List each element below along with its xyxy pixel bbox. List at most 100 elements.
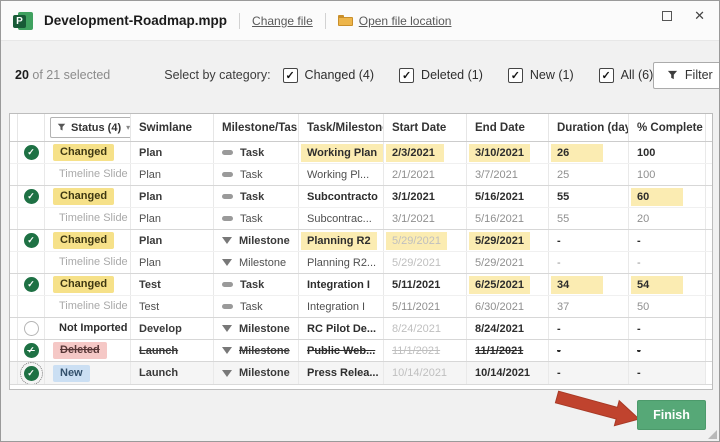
checkbox-checked-icon: ✓	[598, 67, 614, 83]
status-cell: New	[45, 362, 131, 384]
category-checkbox-new[interactable]: ✓ New (1)	[507, 67, 574, 83]
category-checkbox-all[interactable]: ✓ All (6)	[598, 67, 653, 83]
duration-cell: 37	[549, 296, 629, 317]
row-check-cell: ✓	[18, 230, 45, 251]
status-badge: Timeline Slide	[59, 300, 128, 312]
change-file-link[interactable]: Change file	[252, 14, 313, 28]
pct-complete-cell: 50	[629, 296, 706, 317]
open-file-location-link[interactable]: Open file location	[337, 14, 451, 28]
header-status: Status (4) ▾	[45, 114, 131, 141]
pct-complete-cell: 100	[629, 142, 706, 163]
category-checkbox-deleted[interactable]: ✓ Deleted (1)	[399, 67, 483, 83]
end-date-cell: 5/16/2021	[467, 186, 549, 207]
status-cell: Changed	[45, 142, 131, 163]
filter-button[interactable]: Filter	[653, 61, 719, 89]
import-dialog-window: P Development-Roadmap.mpp Change file Op…	[0, 0, 720, 442]
start-date-cell: 11/1/2021	[384, 340, 467, 361]
status-badge: Timeline Slide	[59, 256, 128, 268]
row-checkbox[interactable]: ✓	[23, 189, 39, 204]
table-row[interactable]: ✓ Changed Test Task Integration I 5/11/2…	[10, 274, 712, 296]
status-badge: Changed	[53, 232, 115, 249]
end-date-cell: 3/10/2021	[467, 142, 549, 163]
vertical-scrollbar-track[interactable]	[706, 142, 712, 163]
task-name-cell: Working Plan	[299, 142, 384, 163]
row-checkbox[interactable]: ✓	[23, 343, 39, 358]
category-checkboxes: ✓ Changed (4) ✓ Deleted (1) ✓ New (1) ✓ …	[282, 67, 653, 83]
vertical-scrollbar-track[interactable]	[706, 340, 712, 361]
table-row[interactable]: Timeline Slide Plan Task Working Pl... 2…	[10, 164, 712, 186]
vertical-scrollbar-track[interactable]	[706, 252, 712, 273]
file-title: Development-Roadmap.mpp	[44, 13, 228, 28]
table-row[interactable]: Timeline Slide Test Task Integration I 5…	[10, 296, 712, 318]
row-checkbox[interactable]	[23, 321, 39, 336]
vertical-scrollbar-track[interactable]	[706, 186, 712, 207]
table-row[interactable]: ✓ Changed Plan Task Subcontracto 3/1/202…	[10, 186, 712, 208]
pct-complete-cell: 60	[629, 186, 706, 207]
table-row[interactable]: ✓ Changed Plan Milestone Planning R2 5/2…	[10, 230, 712, 252]
row-checkbox[interactable]: ✓	[23, 277, 39, 292]
task-name-cell: Planning R2	[299, 230, 384, 251]
pct-complete-cell: -	[629, 362, 706, 384]
status-filter-button[interactable]: Status (4) ▾	[50, 117, 130, 138]
vertical-scrollbar-track[interactable]	[706, 274, 712, 295]
task-name-cell: Press Relea...	[299, 362, 384, 384]
pct-complete-cell: -	[629, 340, 706, 361]
status-badge: Timeline Slide	[59, 212, 128, 224]
pct-complete-cell: 54	[629, 274, 706, 295]
row-grip-cell	[10, 230, 18, 251]
row-grip-cell	[10, 142, 18, 163]
maximize-button[interactable]	[662, 11, 673, 21]
pct-complete-cell: -	[629, 230, 706, 251]
start-date-cell: 2/3/2021	[384, 142, 467, 163]
type-cell: Task	[214, 142, 299, 163]
type-cell: Task	[214, 164, 299, 185]
row-checkbox[interactable]: ✓	[23, 145, 39, 160]
vertical-scrollbar-track[interactable]	[706, 362, 712, 384]
swimlane-cell: Test	[131, 274, 214, 295]
horizontal-scrollbar[interactable]	[10, 384, 712, 389]
swimlane-cell: Plan	[131, 186, 214, 207]
resize-grip[interactable]	[708, 430, 717, 439]
vertical-scrollbar-track[interactable]	[706, 296, 712, 317]
duration-cell: -	[549, 340, 629, 361]
header-milestone-task: Milestone/Task	[214, 114, 299, 141]
table-row[interactable]: ✓ Changed Plan Task Working Plan 2/3/202…	[10, 142, 712, 164]
task-name-cell: Public Web...	[299, 340, 384, 361]
start-date-cell: 3/1/2021	[384, 186, 467, 207]
vertical-scrollbar-track[interactable]	[706, 208, 712, 229]
row-checkbox[interactable]: ✓	[23, 233, 39, 248]
swimlane-cell: Launch	[131, 340, 214, 361]
close-button[interactable]: ✕	[694, 9, 705, 22]
type-cell: Milestone	[214, 230, 299, 251]
row-check-cell	[18, 164, 45, 185]
table-row[interactable]: Timeline Slide Plan Milestone Planning R…	[10, 252, 712, 274]
table-row[interactable]: ✓ Deleted Launch Milestone Public Web...…	[10, 340, 712, 362]
category-checkbox-changed[interactable]: ✓ Changed (4)	[282, 67, 374, 83]
row-check-cell: ✓	[18, 142, 45, 163]
row-checkbox[interactable]: ✓	[19, 362, 43, 384]
start-date-cell: 5/29/2021	[384, 230, 467, 251]
task-name-cell: Planning R2...	[299, 252, 384, 273]
header-task-title: Task/Milestone T	[299, 114, 384, 141]
vertical-scrollbar-track[interactable]	[706, 164, 712, 185]
status-badge: New	[53, 364, 90, 382]
finish-button[interactable]: Finish	[637, 400, 706, 430]
row-grip-cell	[10, 362, 18, 384]
divider	[239, 12, 241, 29]
vertical-scrollbar-track[interactable]	[706, 318, 712, 339]
vertical-scrollbar-track[interactable]	[706, 230, 712, 251]
table-row[interactable]: Timeline Slide Plan Task Subcontrac... 3…	[10, 208, 712, 230]
swimlane-cell: Develop	[131, 318, 214, 339]
type-cell: Task	[214, 296, 299, 317]
table-row[interactable]: Not Imported Develop Milestone RC Pilot …	[10, 318, 712, 340]
task-bar-icon	[222, 304, 233, 309]
task-name-cell: Subcontracto	[299, 186, 384, 207]
start-date-cell: 10/14/2021	[384, 362, 467, 384]
header-grip-cell	[10, 114, 18, 141]
header-end-date: End Date	[467, 114, 549, 141]
type-cell: Milestone	[214, 340, 299, 361]
header-pct-complete: % Complete	[629, 114, 706, 141]
table-row[interactable]: ✓ New Launch Milestone Press Relea... 10…	[10, 362, 712, 384]
divider	[324, 12, 326, 29]
status-badge: Changed	[53, 276, 115, 293]
